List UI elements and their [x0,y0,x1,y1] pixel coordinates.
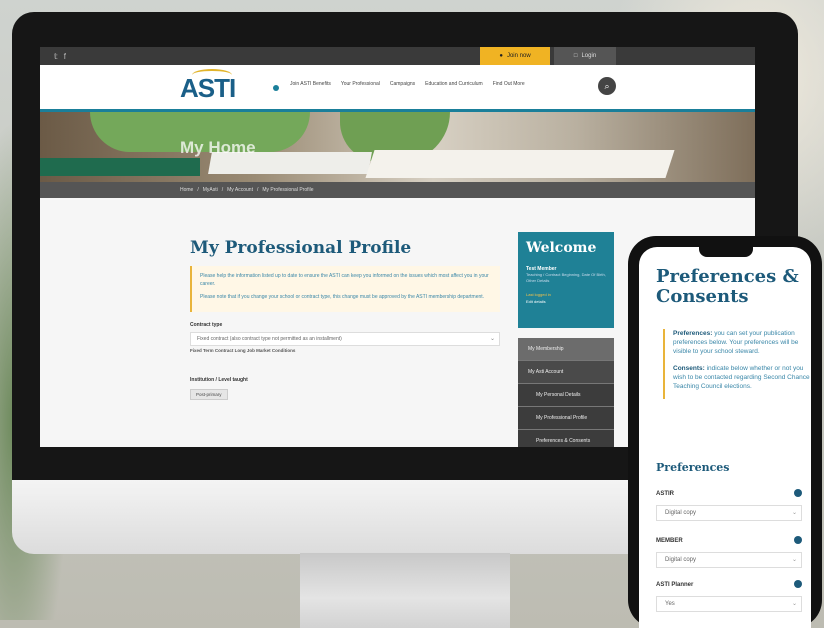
top-utility-bar: 𝕥 f ● Join now □ Login [40,47,755,65]
preference-label: ASTIR [656,491,674,497]
main-navigation: ASTI Join ASTI Benefits Your Professiona… [40,65,755,112]
facebook-icon[interactable]: f [64,52,66,61]
preference-row-member: MEMBER Digital copy ⌄ [656,536,802,568]
monitor-stand [300,553,510,628]
social-links: 𝕥 f [54,52,66,61]
user-icon: ● [499,53,503,59]
edit-details-link[interactable]: Edit details [526,299,606,304]
breadcrumb-current: My Professional Profile [262,187,314,193]
chevron-down-icon: ⌄ [791,557,797,563]
phone-info-notice: Preferences: you can set your publicatio… [663,329,811,399]
contract-type-hint: Fixed Term Contract Long Job Market Cond… [190,348,296,353]
breadcrumb-myasti[interactable]: MyAsti [203,187,218,193]
join-now-button[interactable]: ● Join now [480,47,550,65]
lock-icon: □ [573,53,578,59]
phone-page-title: Preferences & Consents [656,266,799,307]
institution-tag[interactable]: Post-primary [190,389,228,400]
preference-select-planner[interactable]: Yes ⌄ [656,596,802,612]
nav-item-professional[interactable]: Your Professional [341,81,380,87]
hero-banner: My Home [40,112,755,182]
sidebar-item-account[interactable]: My Asti Account [518,361,614,384]
breadcrumb-sep: / [256,187,259,193]
contract-type-value: Fixed contract (also contract type not p… [197,336,342,342]
institution-label: Institution / Level taught [190,377,248,383]
page-title: My Professional Profile [190,238,412,258]
welcome-title: Welcome [526,240,597,256]
nav-item-join[interactable]: Join ASTI Benefits [290,81,331,87]
breadcrumb-sep: / [221,187,224,193]
hero-title: My Home [180,138,256,157]
preference-label: MEMBER [656,538,683,544]
chevron-down-icon: ⌄ [791,601,797,607]
account-sidebar: My Membership My Asti Account My Persona… [518,338,614,447]
preference-label: ASTI Planner [656,582,694,588]
twitter-icon[interactable]: 𝕥 [54,52,58,61]
nav-item-campaigns[interactable]: Campaigns [390,81,415,87]
hero-open-book [365,150,675,178]
preference-value: Digital copy [665,510,697,516]
preference-row-planner: ASTI Planner Yes ⌄ [656,580,802,612]
info-notice: Please help the information listed up to… [190,266,500,312]
notice-text: Please help the information listed up to… [200,273,489,287]
preferences-note-label: Preferences: [673,330,713,337]
asti-logo[interactable]: ASTI [180,73,236,104]
chevron-down-icon: ⌄ [791,510,797,516]
preference-select-astir[interactable]: Digital copy ⌄ [656,505,802,521]
contract-type-label: Contract type [190,322,223,328]
preferences-note: Preferences: you can set your publicatio… [673,329,811,356]
profile-section: My Professional Profile Please help the … [190,238,500,401]
breadcrumb-sep: / [197,187,199,193]
sidebar-item-personal-details[interactable]: My Personal Details [518,384,614,407]
join-now-label: Join now [506,53,531,59]
login-label: Login [581,53,597,59]
sidebar-item-professional-profile[interactable]: My Professional Profile [518,407,614,430]
welcome-panel: Welcome Test Member Teaching / Contract … [518,232,614,328]
last-login-link[interactable]: Last logged in [526,292,606,297]
phone-notch [699,247,753,257]
preference-value: Yes [665,601,675,607]
nav-bullet-icon [273,85,279,91]
preference-select-member[interactable]: Digital copy ⌄ [656,552,802,568]
info-icon[interactable] [794,489,802,497]
phone-screen: Preferences & Consents Preferences: you … [639,247,811,628]
consents-note-label: Consents: [673,365,705,372]
sidebar-item-membership[interactable]: My Membership [518,338,614,361]
member-details: Teaching / Contract Beginning, Date Of B… [526,272,606,283]
sidebar-item-preferences[interactable]: Preferences & Consents [518,430,614,447]
nav-links: Join ASTI Benefits Your Professional Cam… [290,81,525,87]
breadcrumb-home[interactable]: Home [180,187,193,193]
breadcrumb: Home / MyAsti / My Account / My Professi… [40,182,755,198]
login-button[interactable]: □ Login [554,47,616,65]
preference-value: Digital copy [665,557,697,563]
breadcrumb-account[interactable]: My Account [227,187,253,193]
notice-text: Please note that if you change your scho… [200,294,485,300]
consents-note: Consents: indicate below whether or not … [673,364,811,391]
search-icon[interactable]: ⌕ [598,77,616,95]
contract-type-select[interactable]: Fixed contract (also contract type not p… [190,332,500,346]
info-icon[interactable] [794,580,802,588]
chevron-down-icon: ⌄ [489,336,495,342]
nav-item-more[interactable]: Find Out More [493,81,525,87]
nav-item-education[interactable]: Education and Curriculum [425,81,483,87]
hero-book [40,158,200,176]
info-icon[interactable] [794,536,802,544]
preference-row-astir: ASTIR Digital copy ⌄ [656,489,802,521]
preferences-heading: Preferences [656,461,730,474]
